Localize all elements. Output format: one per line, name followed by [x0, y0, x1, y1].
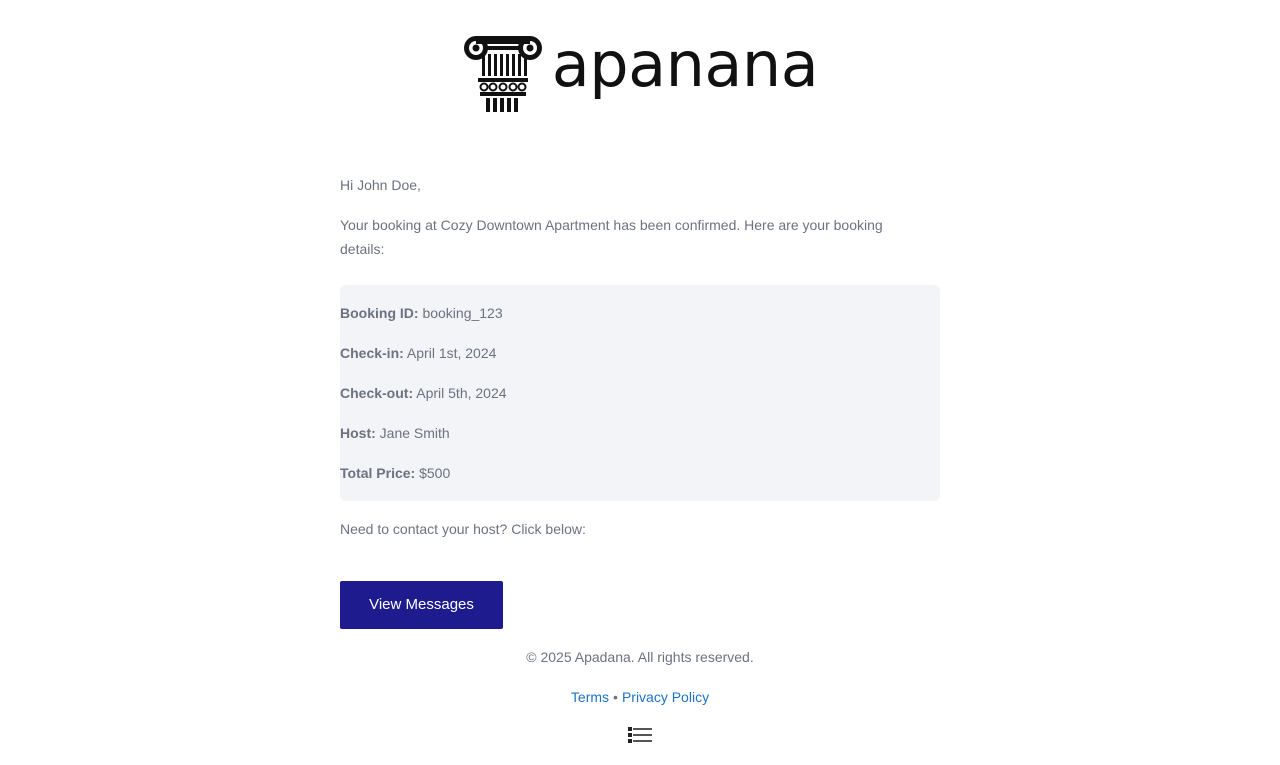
detail-value: $500 — [419, 465, 451, 481]
greeting-text: Hi John Doe, — [340, 177, 421, 193]
detail-check-in: Check-in: April 1st, 2024 — [340, 341, 496, 365]
contact-prompt-text: Need to contact your host? Click below: — [340, 521, 586, 537]
detail-label: Check-out: — [340, 385, 414, 401]
footer-links: Terms • Privacy Policy — [0, 685, 1280, 709]
detail-check-out: Check-out: April 5th, 2024 — [340, 381, 507, 405]
ionic-column-capital-icon — [463, 36, 542, 112]
email-header: apanana — [0, 28, 1280, 112]
detail-label: Total Price: — [340, 465, 416, 481]
detail-value: April 5th, 2024 — [416, 385, 507, 401]
brand-wordmark: apanana — [551, 28, 819, 101]
intro-text: Your booking at Cozy Downtown Apartment … — [340, 217, 883, 257]
terms-link[interactable]: Terms — [571, 689, 609, 705]
detail-label: Host: — [340, 425, 376, 441]
footer-copyright: © 2025 Apadana. All rights reserved. — [526, 649, 754, 665]
footer-logo-icon — [628, 727, 652, 743]
detail-value: Jane Smith — [379, 425, 450, 441]
footer-separator: • — [613, 689, 618, 705]
detail-total-price: Total Price: $500 — [340, 461, 450, 485]
detail-label: Booking ID: — [340, 305, 419, 321]
brand-logo: apanana — [462, 28, 819, 112]
detail-value: April 1st, 2024 — [406, 345, 497, 361]
detail-value: booking_123 — [422, 305, 503, 321]
detail-host: Host: Jane Smith — [340, 421, 450, 445]
detail-booking-id: Booking ID: booking_123 — [340, 301, 503, 325]
booking-details-panel: Booking ID: booking_123 Check-in: April … — [340, 285, 940, 501]
privacy-policy-link[interactable]: Privacy Policy — [622, 689, 709, 705]
view-messages-button[interactable]: View Messages — [340, 581, 503, 629]
detail-label: Check-in: — [340, 345, 404, 361]
